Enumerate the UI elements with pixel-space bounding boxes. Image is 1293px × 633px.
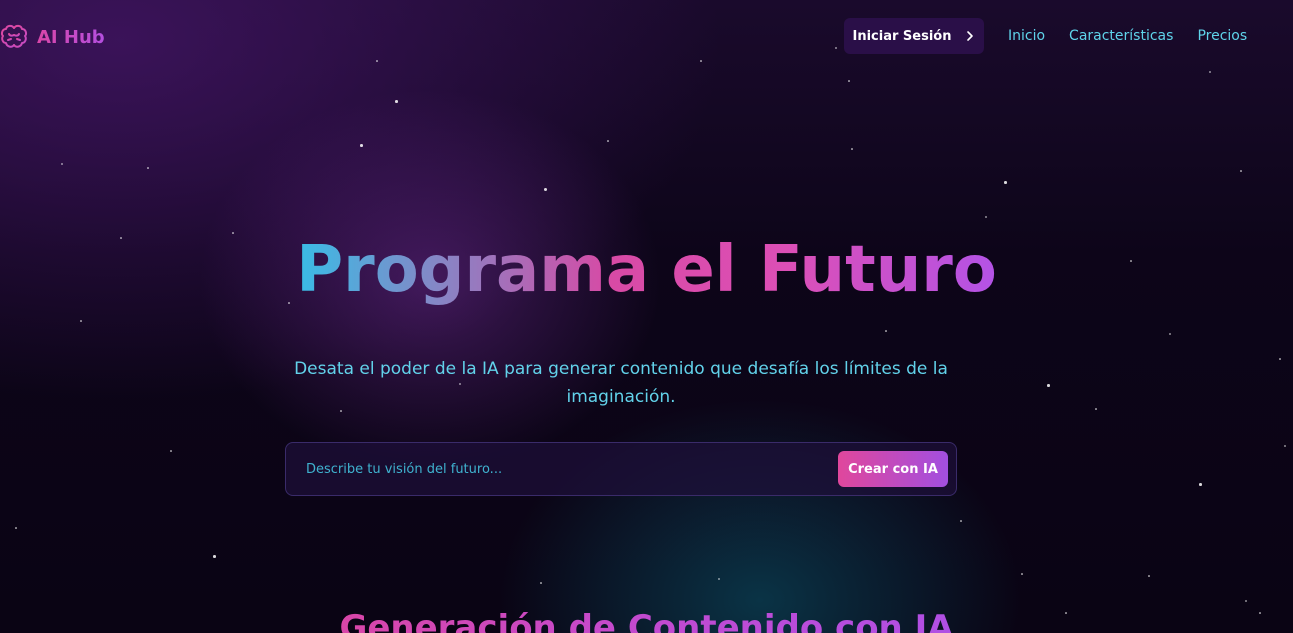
hero-title: Programa el Futuro: [0, 228, 1293, 312]
chevron-right-icon: [967, 31, 974, 41]
section-title-text: Generación de Contenido con IA: [339, 608, 953, 633]
hero-subtitle: Desata el poder de la IA para generar co…: [294, 359, 948, 407]
hero-title-text: Programa el Futuro: [296, 233, 997, 307]
logo[interactable]: AI Hub: [0, 22, 105, 52]
login-button[interactable]: Iniciar Sesión: [844, 18, 984, 54]
prompt-box: Crear con IA: [285, 442, 957, 496]
nav-link-precios[interactable]: Precios: [1197, 28, 1247, 44]
prompt-input[interactable]: [304, 453, 828, 485]
nav-link-inicio[interactable]: Inicio: [1008, 28, 1045, 44]
nav-link-caracteristicas[interactable]: Características: [1069, 28, 1173, 44]
space-background: [0, 0, 1293, 633]
login-button-label: Iniciar Sesión: [852, 28, 952, 44]
brain-icon: [1, 24, 27, 48]
logo-text: AI Hub: [37, 26, 105, 48]
create-with-ai-button[interactable]: Crear con IA: [838, 451, 948, 487]
top-nav: Iniciar Sesión Inicio Características Pr…: [844, 18, 1247, 54]
section-title: Generación de Contenido con IA: [0, 606, 1293, 633]
